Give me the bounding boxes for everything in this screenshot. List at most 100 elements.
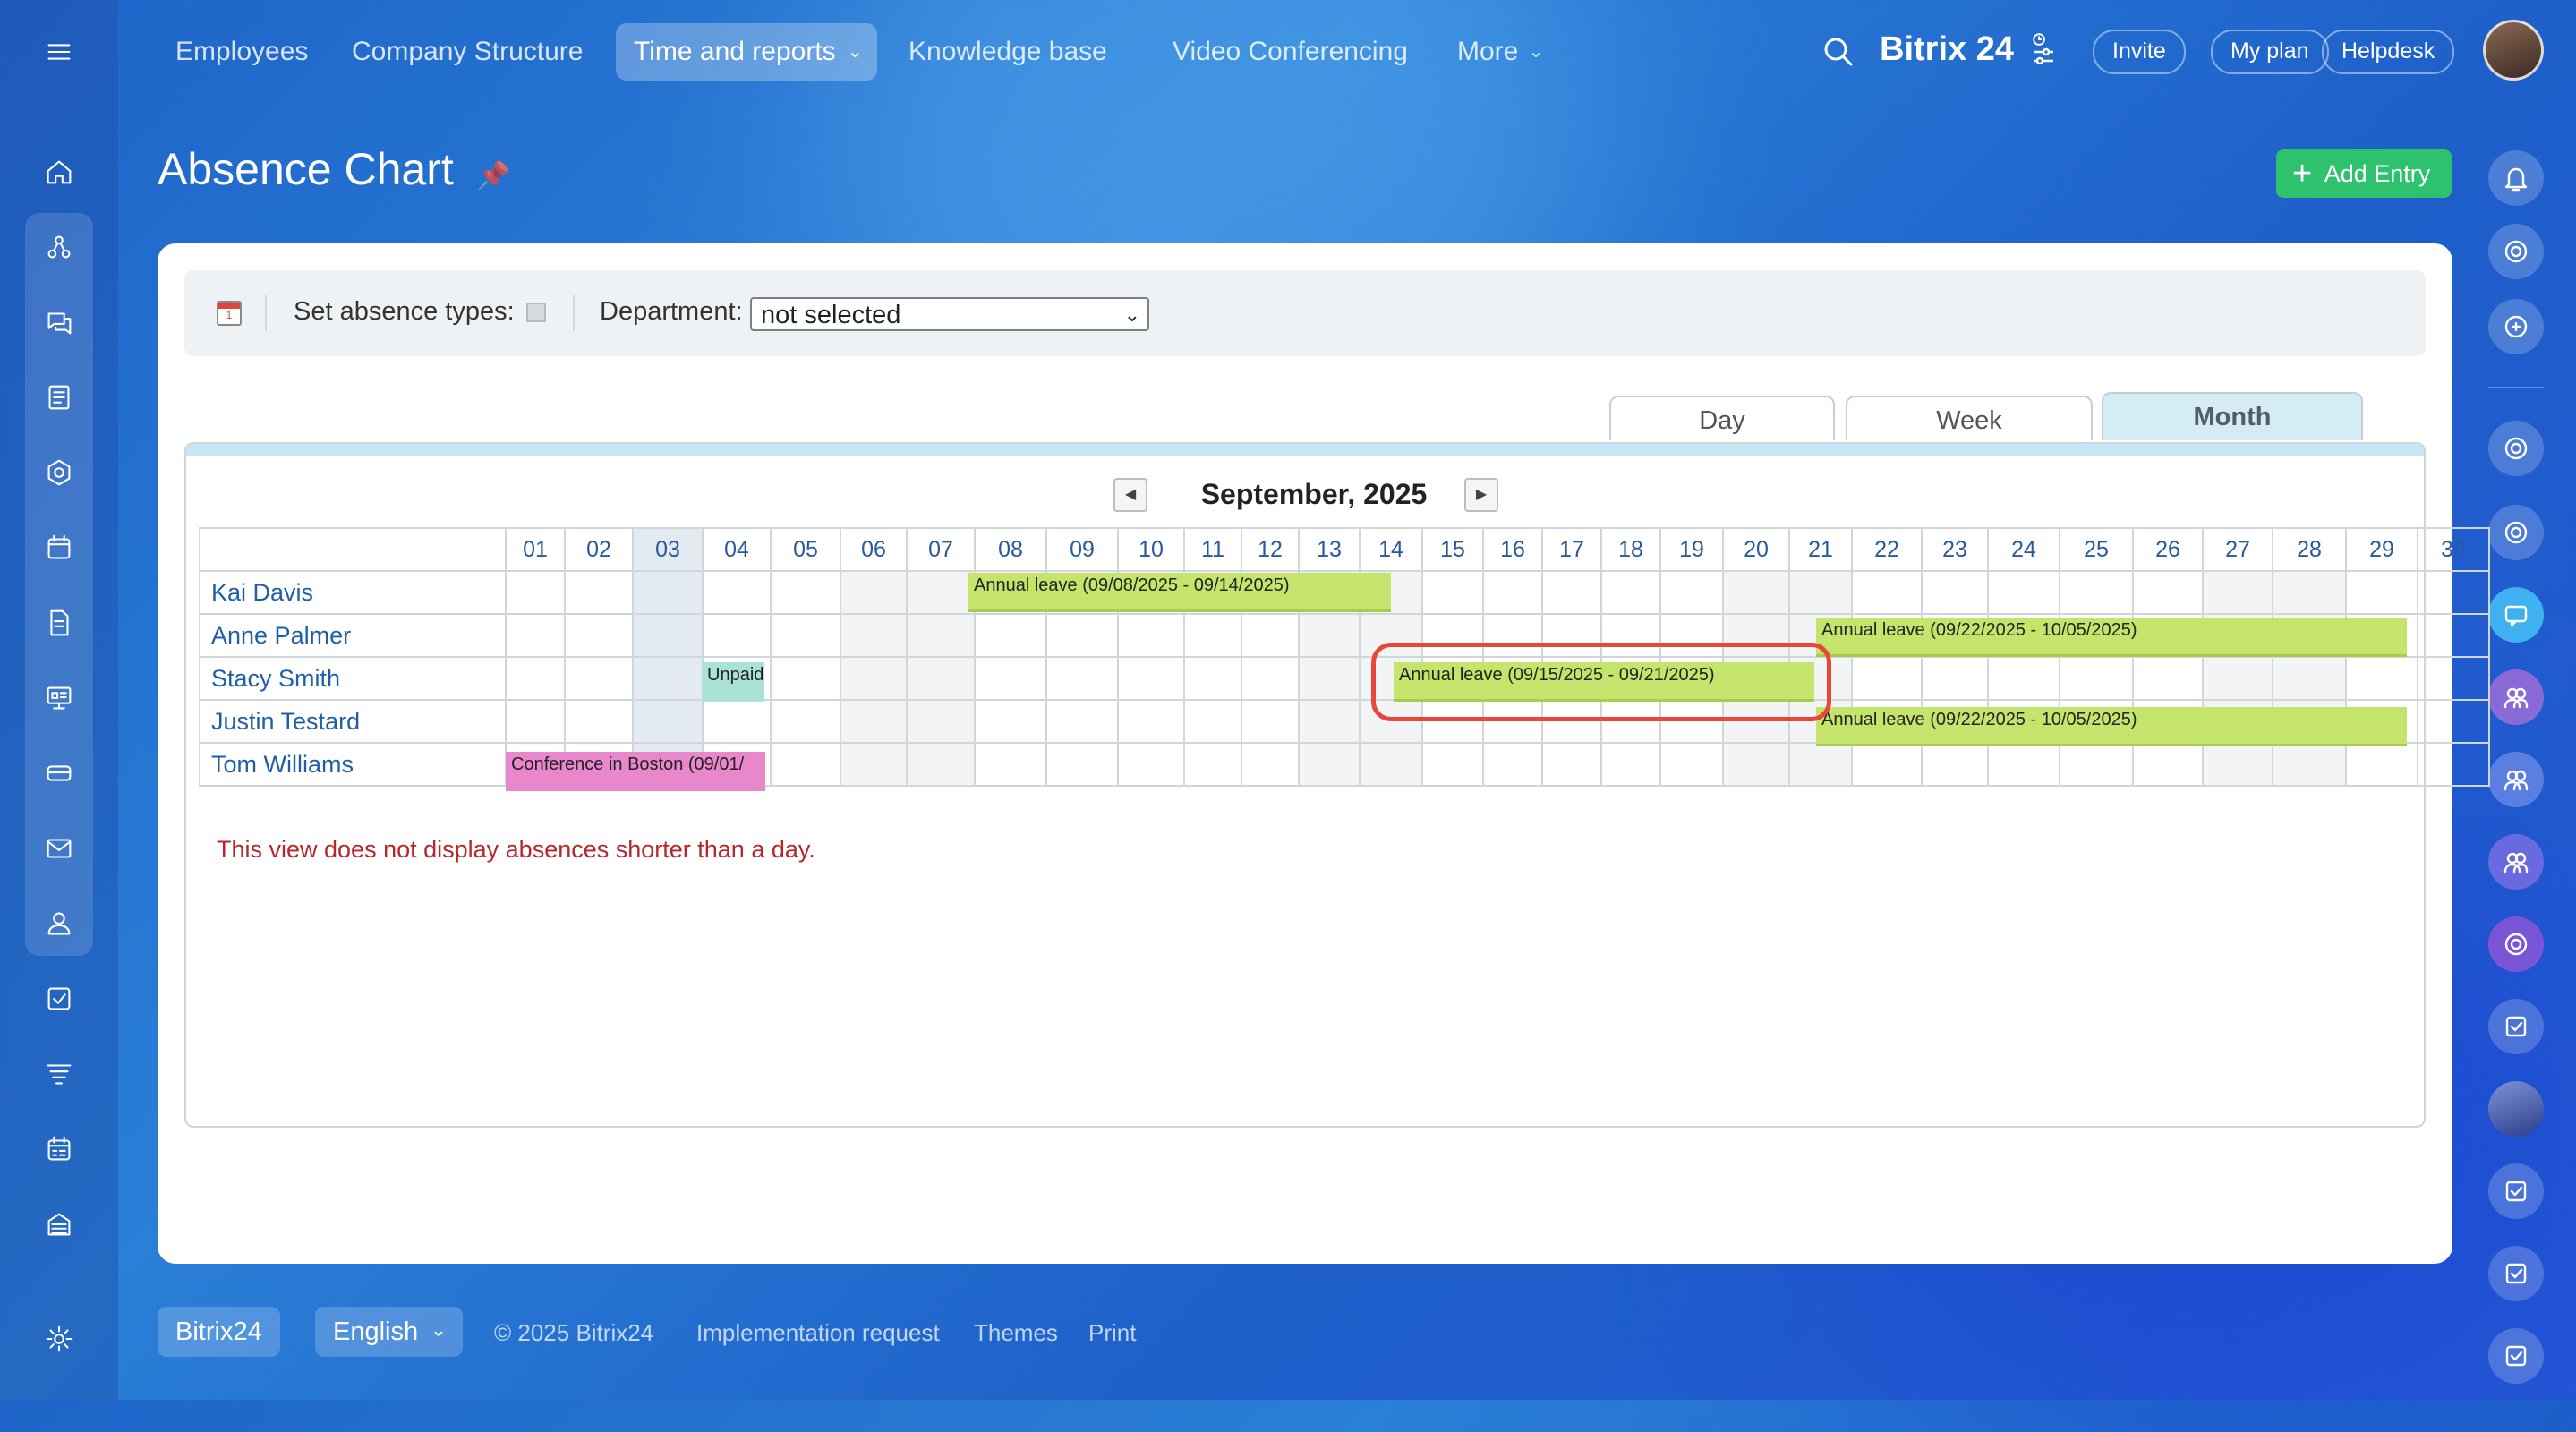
day-cell[interactable] — [2059, 742, 2134, 787]
day-cell[interactable] — [2202, 742, 2273, 787]
day-cell[interactable] — [564, 656, 634, 701]
users-icon[interactable] — [36, 900, 82, 947]
day-cell[interactable] — [1298, 742, 1361, 787]
day-cell[interactable] — [1788, 570, 1853, 615]
document-icon[interactable] — [36, 600, 82, 646]
day-cell[interactable] — [1921, 742, 1989, 787]
day-cell[interactable] — [2132, 570, 2204, 615]
day-cell[interactable] — [1659, 742, 1724, 787]
crm-icon[interactable] — [36, 449, 82, 496]
day-cell[interactable] — [1241, 613, 1300, 658]
day-cell[interactable] — [1987, 742, 2060, 787]
employee-name-link[interactable]: Anne Palmer — [199, 613, 507, 658]
print-link[interactable]: Print — [1088, 1319, 1136, 1347]
group-icon[interactable] — [2488, 669, 2544, 725]
sliders-icon[interactable] — [2030, 43, 2057, 70]
day-cell[interactable] — [2272, 656, 2347, 701]
day-cell[interactable] — [2272, 570, 2347, 615]
channel-icon[interactable] — [2488, 421, 2544, 476]
day-cell[interactable] — [1183, 656, 1242, 701]
settings-icon[interactable] — [36, 1316, 82, 1362]
nav-employees[interactable]: Employees — [158, 23, 326, 81]
message-icon[interactable] — [2488, 587, 2544, 643]
day-cell[interactable] — [1600, 742, 1661, 787]
day-cell[interactable] — [2345, 656, 2418, 701]
day-cell[interactable] — [2417, 699, 2490, 744]
day-cell[interactable] — [2417, 570, 2490, 615]
day-cell[interactable] — [1987, 656, 2060, 701]
day-cell[interactable] — [1359, 742, 1423, 787]
day-cell[interactable] — [1045, 742, 1119, 787]
day-cell[interactable] — [1541, 742, 1602, 787]
day-cell[interactable] — [2417, 656, 2490, 701]
day-cell[interactable] — [632, 570, 704, 615]
bell-icon[interactable] — [2488, 150, 2544, 206]
task-icon[interactable] — [2488, 1164, 2544, 1219]
nav-company-structure[interactable]: Company Structure — [334, 23, 601, 81]
day-cell[interactable] — [974, 742, 1047, 787]
task-icon[interactable] — [2488, 1246, 2544, 1301]
day-cell[interactable] — [1183, 613, 1242, 658]
absence-bar[interactable]: Conference in Boston (09/01/ — [506, 752, 765, 791]
day-cell[interactable] — [2059, 656, 2134, 701]
day-cell[interactable] — [1183, 742, 1242, 787]
day-cell[interactable] — [2272, 742, 2347, 787]
menu-icon[interactable] — [36, 29, 82, 75]
day-cell[interactable] — [840, 570, 908, 615]
day-cell[interactable] — [770, 570, 841, 615]
day-cell[interactable] — [1298, 699, 1361, 744]
group-icon[interactable] — [2488, 834, 2544, 890]
absence-bar[interactable]: Annual leave (09/22/2025 - 10/05/2025) — [1816, 707, 2407, 746]
brand-logo[interactable]: Bitrix 24 — [1880, 30, 2014, 69]
day-cell[interactable] — [564, 613, 634, 658]
day-cell[interactable] — [770, 699, 841, 744]
day-cell[interactable] — [840, 699, 908, 744]
schedule-icon[interactable] — [36, 1126, 82, 1172]
invite-button[interactable]: Invite — [2093, 30, 2186, 74]
day-cell[interactable] — [1851, 656, 1923, 701]
day-cell[interactable] — [2202, 656, 2273, 701]
filter-icon[interactable] — [36, 1051, 82, 1097]
employee-name-link[interactable]: Stacy Smith — [199, 656, 507, 701]
day-cell[interactable] — [1045, 613, 1119, 658]
day-cell[interactable] — [1117, 613, 1185, 658]
day-cell[interactable] — [1241, 742, 1300, 787]
day-cell[interactable] — [1921, 570, 1989, 615]
day-cell[interactable] — [1421, 570, 1484, 615]
day-cell[interactable] — [1298, 613, 1361, 658]
day-cell[interactable] — [906, 613, 976, 658]
day-cell[interactable] — [1045, 699, 1119, 744]
day-cell[interactable] — [1117, 699, 1185, 744]
day-cell[interactable] — [702, 699, 772, 744]
day-cell[interactable] — [1722, 742, 1790, 787]
flow-icon[interactable] — [36, 224, 82, 270]
chat-search-icon[interactable] — [2488, 299, 2544, 354]
day-cell[interactable] — [840, 742, 908, 787]
day-cell[interactable] — [1045, 656, 1119, 701]
department-select[interactable]: not selected ⌄ — [750, 297, 1149, 331]
day-cell[interactable] — [702, 613, 772, 658]
nav-video-conferencing[interactable]: Video Conferencing — [1155, 23, 1426, 81]
helpdesk-button[interactable]: Helpdesk — [2322, 30, 2455, 74]
absence-bar[interactable]: Annual leave (09/22/2025 - 10/05/2025) — [1816, 618, 2407, 657]
card-icon[interactable] — [36, 750, 82, 797]
day-cell[interactable] — [770, 656, 841, 701]
day-cell[interactable] — [1117, 656, 1185, 701]
day-cell[interactable] — [1183, 699, 1242, 744]
day-cell[interactable] — [974, 699, 1047, 744]
day-cell[interactable] — [2202, 570, 2273, 615]
news-icon[interactable] — [36, 374, 82, 421]
day-cell[interactable] — [632, 699, 704, 744]
day-cell[interactable] — [632, 613, 704, 658]
chat-icon[interactable] — [36, 299, 82, 345]
channel-icon[interactable] — [2488, 505, 2544, 560]
home-icon[interactable] — [36, 149, 82, 195]
day-cell[interactable] — [1482, 570, 1543, 615]
day-cell[interactable] — [1241, 656, 1300, 701]
absence-bar[interactable]: Unpaid — [702, 662, 764, 702]
task-icon[interactable] — [2488, 1328, 2544, 1384]
day-cell[interactable] — [1722, 570, 1790, 615]
day-cell[interactable] — [2417, 613, 2490, 658]
copilot-icon[interactable] — [2488, 224, 2544, 279]
day-cell[interactable] — [505, 613, 566, 658]
